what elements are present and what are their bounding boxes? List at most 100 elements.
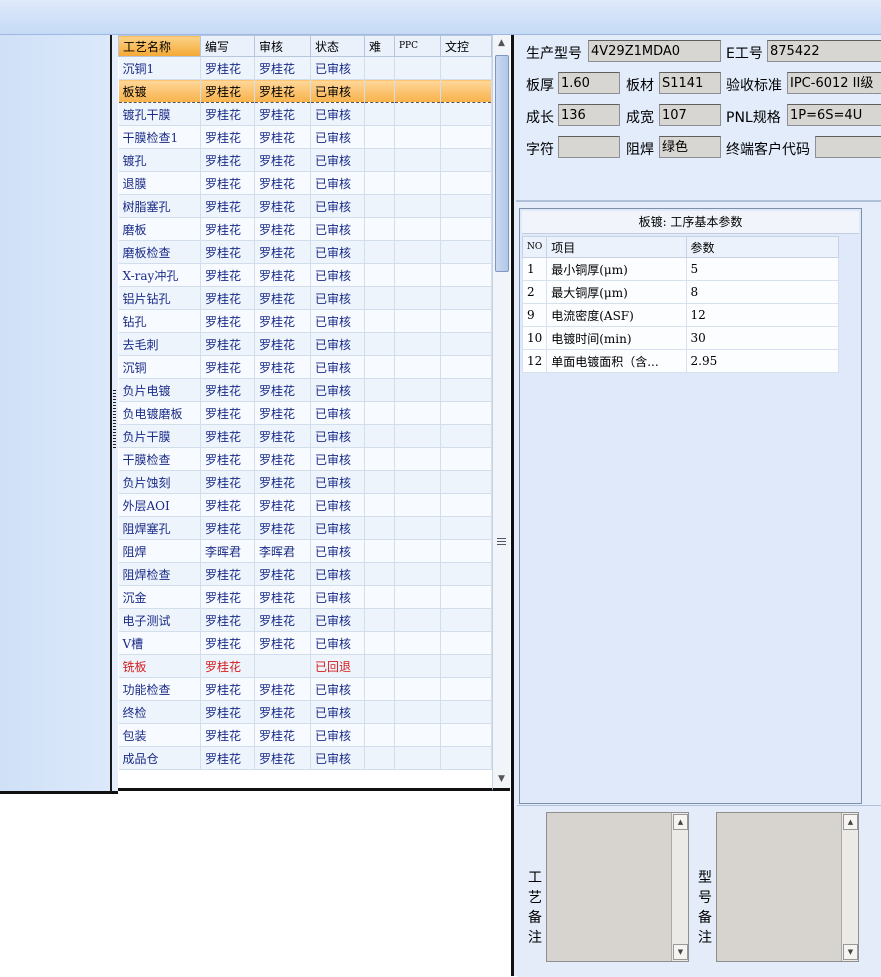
process-row[interactable]: 退膜 罗桂花 罗桂花 已审核	[118, 171, 492, 195]
status-cell[interactable]: 已审核	[310, 56, 365, 80]
process-name-cell[interactable]: 磨板	[118, 217, 201, 241]
reviewer-cell[interactable]	[254, 654, 311, 678]
ppc-cell[interactable]	[394, 79, 441, 103]
process-row[interactable]: 包装 罗桂花 罗桂花 已审核	[118, 723, 492, 747]
reviewer-cell[interactable]: 罗桂花	[254, 562, 311, 586]
process-row[interactable]: 钻孔 罗桂花 罗桂花 已审核	[118, 309, 492, 333]
difficulty-cell[interactable]	[364, 401, 395, 425]
process-row[interactable]: 树脂塞孔 罗桂花 罗桂花 已审核	[118, 194, 492, 218]
reviewer-cell[interactable]: 罗桂花	[254, 240, 311, 264]
doc-control-cell[interactable]	[440, 56, 492, 80]
ppc-cell[interactable]	[394, 171, 441, 195]
difficulty-cell[interactable]	[364, 148, 395, 172]
ppc-cell[interactable]	[394, 378, 441, 402]
process-row[interactable]: 成品仓 罗桂花 罗桂花 已审核	[118, 746, 492, 770]
process-name-cell[interactable]: 沉金	[118, 585, 201, 609]
doc-control-cell[interactable]	[440, 240, 492, 264]
model-remark-scrollbar[interactable]: ▲ ▼	[841, 813, 858, 961]
doc-control-cell[interactable]	[440, 470, 492, 494]
reviewer-cell[interactable]: 罗桂花	[254, 516, 311, 540]
writer-cell[interactable]: 罗桂花	[200, 263, 255, 287]
status-cell[interactable]: 已审核	[310, 493, 365, 517]
writer-cell[interactable]: 罗桂花	[200, 562, 255, 586]
writer-cell[interactable]: 李晖君	[200, 539, 255, 563]
process-name-cell[interactable]: 干膜检查	[118, 447, 201, 471]
reviewer-cell[interactable]: 罗桂花	[254, 217, 311, 241]
process-row[interactable]: 铣板 罗桂花 已回退	[118, 654, 492, 678]
eno-field[interactable]: 875422	[767, 40, 881, 62]
difficulty-cell[interactable]	[364, 562, 395, 586]
status-cell[interactable]: 已审核	[310, 401, 365, 425]
param-no-cell[interactable]: 12	[521, 349, 548, 373]
status-cell[interactable]: 已审核	[310, 677, 365, 701]
ppc-cell[interactable]	[394, 263, 441, 287]
process-row[interactable]: 负电镀磨板 罗桂花 罗桂花 已审核	[118, 401, 492, 425]
process-name-cell[interactable]: 干膜检查1	[118, 125, 201, 149]
process-row[interactable]: 负片干膜 罗桂花 罗桂花 已审核	[118, 424, 492, 448]
process-row[interactable]: 磨板检查 罗桂花 罗桂花 已审核	[118, 240, 492, 264]
reviewer-cell[interactable]: 罗桂花	[254, 424, 311, 448]
process-name-cell[interactable]: 成品仓	[118, 746, 201, 770]
param-item-cell[interactable]: 最大铜厚(μm)	[546, 280, 687, 304]
writer-cell[interactable]: 罗桂花	[200, 516, 255, 540]
process-row[interactable]: 去毛刺 罗桂花 罗桂花 已审核	[118, 332, 492, 356]
scroll-up-arrow-icon[interactable]: ▲	[493, 35, 510, 51]
process-name-cell[interactable]: 镀孔干膜	[118, 102, 201, 126]
param-value-cell[interactable]: 8	[685, 280, 840, 304]
param-item-cell[interactable]: 电镀时间(min)	[546, 326, 687, 350]
ppc-cell[interactable]	[394, 470, 441, 494]
col-header-difficulty[interactable]: 难	[364, 35, 395, 57]
difficulty-cell[interactable]	[364, 700, 395, 724]
difficulty-cell[interactable]	[364, 171, 395, 195]
process-name-cell[interactable]: 负片蚀刻	[118, 470, 201, 494]
pnl-field[interactable]: 1P=6S=4U	[787, 104, 881, 126]
difficulty-cell[interactable]	[364, 424, 395, 448]
difficulty-cell[interactable]	[364, 516, 395, 540]
reviewer-cell[interactable]: 罗桂花	[254, 401, 311, 425]
difficulty-cell[interactable]	[364, 654, 395, 678]
status-cell[interactable]: 已审核	[310, 562, 365, 586]
difficulty-cell[interactable]	[364, 677, 395, 701]
writer-cell[interactable]: 罗桂花	[200, 171, 255, 195]
process-row[interactable]: V槽 罗桂花 罗桂花 已审核	[118, 631, 492, 655]
writer-cell[interactable]: 罗桂花	[200, 585, 255, 609]
process-row[interactable]: 干膜检查 罗桂花 罗桂花 已审核	[118, 447, 492, 471]
difficulty-cell[interactable]	[364, 723, 395, 747]
reviewer-cell[interactable]: 罗桂花	[254, 125, 311, 149]
scrollbar-thumb[interactable]	[495, 55, 509, 272]
process-name-cell[interactable]: 负片电镀	[118, 378, 201, 402]
status-cell[interactable]: 已回退	[310, 654, 365, 678]
process-row[interactable]: 负片蚀刻 罗桂花 罗桂花 已审核	[118, 470, 492, 494]
process-row[interactable]: 功能检查 罗桂花 罗桂花 已审核	[118, 677, 492, 701]
process-name-cell[interactable]: 铝片钻孔	[118, 286, 201, 310]
reviewer-cell[interactable]: 罗桂花	[254, 700, 311, 724]
process-name-cell[interactable]: 外层AOI	[118, 493, 201, 517]
difficulty-cell[interactable]	[364, 355, 395, 379]
writer-cell[interactable]: 罗桂花	[200, 79, 255, 103]
writer-cell[interactable]: 罗桂花	[200, 424, 255, 448]
ppc-cell[interactable]	[394, 493, 441, 517]
col-header-writer[interactable]: 编写	[200, 35, 255, 57]
status-cell[interactable]: 已审核	[310, 516, 365, 540]
doc-control-cell[interactable]	[440, 355, 492, 379]
model-remark-memo[interactable]: ▲ ▼	[716, 812, 859, 962]
status-cell[interactable]: 已审核	[310, 171, 365, 195]
doc-control-cell[interactable]	[440, 562, 492, 586]
writer-cell[interactable]: 罗桂花	[200, 102, 255, 126]
reviewer-cell[interactable]: 罗桂花	[254, 631, 311, 655]
scroll-down-arrow-icon[interactable]: ▼	[493, 771, 510, 787]
process-name-cell[interactable]: 沉铜1	[118, 56, 201, 80]
param-no-cell[interactable]: 9	[521, 303, 548, 327]
difficulty-cell[interactable]	[364, 56, 395, 80]
scroll-up-arrow-icon[interactable]: ▲	[843, 814, 858, 830]
param-row[interactable]: 9 电流密度(ASF) 12	[521, 303, 840, 327]
process-name-cell[interactable]: 磨板检查	[118, 240, 201, 264]
process-name-cell[interactable]: 阻焊塞孔	[118, 516, 201, 540]
status-cell[interactable]: 已审核	[310, 125, 365, 149]
process-row[interactable]: 镀孔 罗桂花 罗桂花 已审核	[118, 148, 492, 172]
scroll-down-arrow-icon[interactable]: ▼	[843, 944, 858, 960]
process-row[interactable]: 干膜检查1 罗桂花 罗桂花 已审核	[118, 125, 492, 149]
status-cell[interactable]: 已审核	[310, 723, 365, 747]
process-row[interactable]: 磨板 罗桂花 罗桂花 已审核	[118, 217, 492, 241]
ppc-cell[interactable]	[394, 401, 441, 425]
